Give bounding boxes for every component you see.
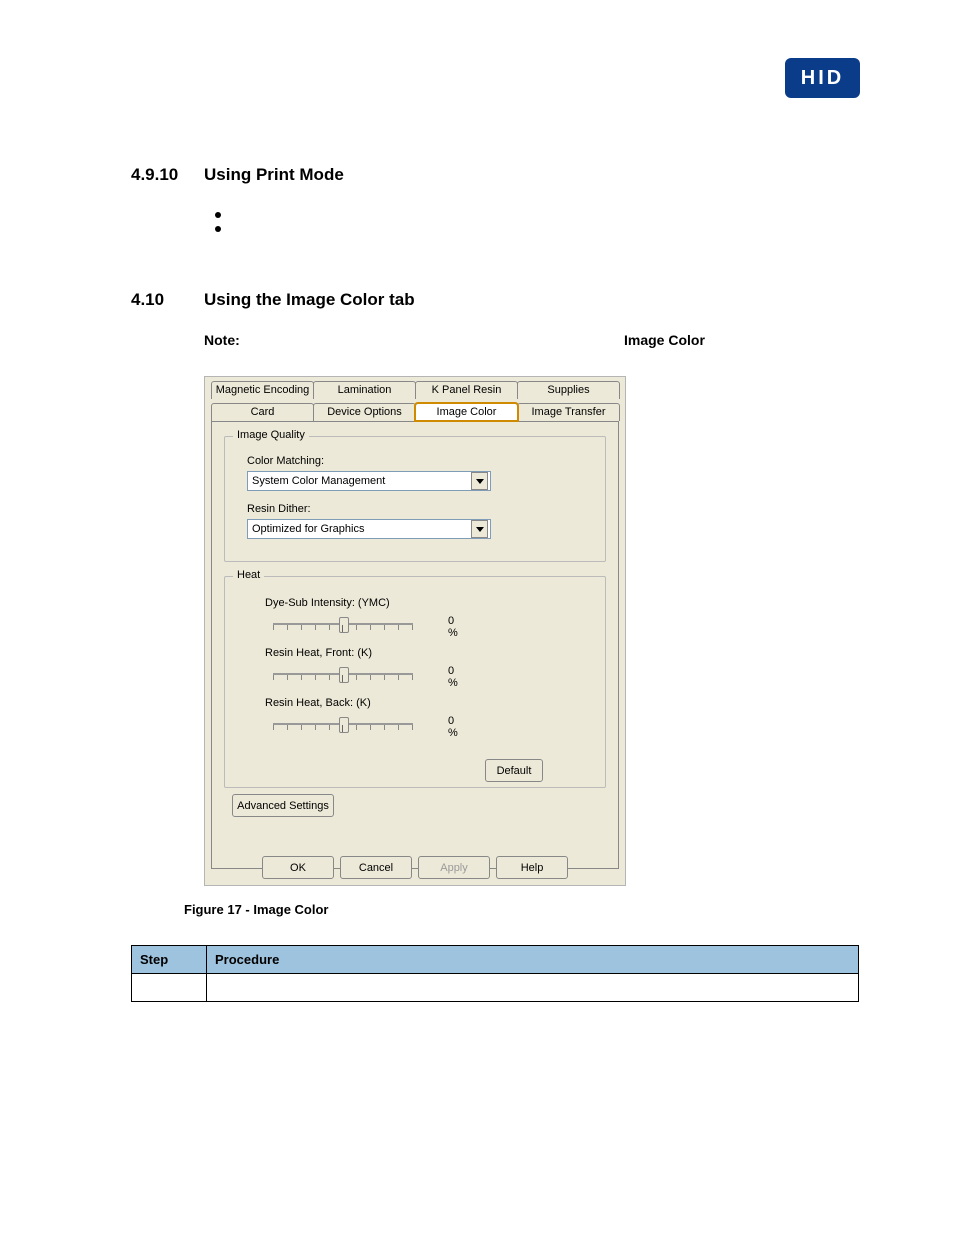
slider-dye-sub-intensity[interactable]: 0 %	[273, 617, 413, 625]
procedure-table: Step Procedure	[131, 945, 859, 1002]
figure-caption: Figure 17 - Image Color	[184, 902, 328, 917]
tab-card[interactable]: Card	[211, 403, 314, 421]
section-title-using-print-mode: Using Print Mode	[204, 165, 344, 185]
tab-image-color[interactable]: Image Color	[415, 403, 518, 421]
dropdown-resin-dither-value: Optimized for Graphics	[252, 523, 364, 535]
apply-button[interactable]: Apply	[418, 856, 490, 879]
tabs-row-front: Card Device Options Image Color Image Tr…	[211, 403, 619, 421]
slider-value-resin-back: 0 %	[448, 715, 458, 739]
bullet-icon	[215, 226, 221, 232]
group-heat: Heat Dye-Sub Intensity: (YMC) 0 % Resin …	[224, 576, 606, 788]
tab-body: Image Quality Color Matching: System Col…	[211, 421, 619, 869]
group-image-quality: Image Quality Color Matching: System Col…	[224, 436, 606, 562]
slider-value-resin-front: 0 %	[448, 665, 458, 689]
tab-k-panel-resin[interactable]: K Panel Resin	[415, 381, 518, 399]
note-label: Note:	[204, 332, 240, 348]
section-number-4-10: 4.10	[131, 290, 164, 310]
slider-resin-heat-front[interactable]: 0 %	[273, 667, 413, 675]
help-button[interactable]: Help	[496, 856, 568, 879]
dropdown-resin-dither[interactable]: Optimized for Graphics	[247, 519, 491, 539]
chevron-down-icon[interactable]	[471, 520, 488, 538]
dialog-button-row: OK Cancel Apply Help	[205, 856, 625, 879]
note-line: Note: Image Color	[204, 332, 804, 348]
section-number-4-9-10: 4.9.10	[131, 165, 178, 185]
ok-button[interactable]: OK	[262, 856, 334, 879]
image-color-dialog: Magnetic Encoding Lamination K Panel Res…	[204, 376, 626, 886]
tab-device-options[interactable]: Device Options	[313, 403, 416, 421]
slider-value-dye-sub: 0 %	[448, 615, 458, 639]
table-header-step: Step	[132, 946, 207, 974]
hid-logo: HID	[785, 58, 860, 98]
bullet-icon	[215, 212, 221, 218]
cancel-button[interactable]: Cancel	[340, 856, 412, 879]
tab-supplies[interactable]: Supplies	[517, 381, 620, 399]
tab-image-transfer[interactable]: Image Transfer	[517, 403, 620, 421]
section-title-using-image-color-tab: Using the Image Color tab	[204, 290, 415, 310]
table-cell-procedure	[207, 974, 859, 1002]
label-resin-dither: Resin Dither:	[247, 503, 311, 515]
tabs-row-back: Magnetic Encoding Lamination K Panel Res…	[211, 381, 619, 399]
slider-resin-heat-back[interactable]: 0 %	[273, 717, 413, 725]
dropdown-color-matching[interactable]: System Color Management	[247, 471, 491, 491]
advanced-settings-button[interactable]: Advanced Settings	[232, 794, 334, 817]
default-button[interactable]: Default	[485, 759, 543, 782]
table-row: Step Procedure	[132, 946, 859, 974]
label-resin-heat-back: Resin Heat, Back: (K)	[265, 697, 371, 709]
group-title-image-quality: Image Quality	[233, 429, 309, 441]
table-cell-step	[132, 974, 207, 1002]
tab-magnetic-encoding[interactable]: Magnetic Encoding	[211, 381, 314, 399]
document-page: HID 4.9.10 Using Print Mode 4.10 Using t…	[0, 0, 954, 1235]
dropdown-color-matching-value: System Color Management	[252, 475, 385, 487]
note-image-color-label: Image Color	[624, 332, 705, 348]
bullet-list	[215, 204, 221, 240]
group-title-heat: Heat	[233, 569, 264, 581]
label-color-matching: Color Matching:	[247, 455, 324, 467]
tab-lamination[interactable]: Lamination	[313, 381, 416, 399]
table-header-procedure: Procedure	[207, 946, 859, 974]
chevron-down-icon[interactable]	[471, 472, 488, 490]
table-row	[132, 974, 859, 1002]
label-dye-sub-intensity: Dye-Sub Intensity: (YMC)	[265, 597, 390, 609]
label-resin-heat-front: Resin Heat, Front: (K)	[265, 647, 372, 659]
